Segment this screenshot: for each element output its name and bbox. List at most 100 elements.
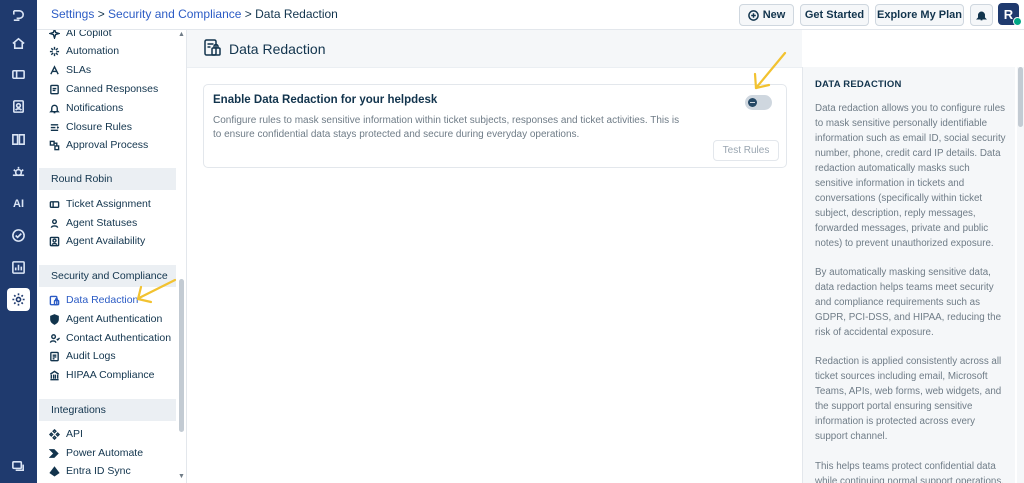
page-title: Data Redaction — [229, 41, 326, 57]
reports-icon[interactable] — [7, 160, 30, 183]
ai-icon-label: AI — [13, 197, 24, 210]
test-rules-button[interactable]: Test Rules — [713, 140, 779, 161]
explore-plan-button[interactable]: Explore My Plan — [875, 4, 964, 26]
sidebar-item-label: Entra ID Sync — [66, 465, 131, 477]
automation-icon — [49, 46, 60, 56]
audit-logs-icon — [50, 351, 59, 361]
sidebar-item-agent-statuses[interactable]: Agent Statuses — [49, 214, 137, 232]
sidebar-item-agent-authentication[interactable]: Agent Authentication — [49, 310, 162, 328]
new-button-label: New — [762, 9, 786, 21]
explore-plan-label: Explore My Plan — [877, 9, 962, 21]
sidebar-item-label: HIPAA Compliance — [66, 369, 155, 381]
agent-availability-icon — [49, 236, 60, 246]
info-paragraph: Redaction is applied consistently across… — [815, 356, 1002, 442]
api-icon — [49, 428, 60, 440]
sidebar-item-label: Canned Responses — [66, 83, 159, 95]
ai-icon[interactable]: AI — [7, 192, 30, 215]
tasks-icon[interactable] — [7, 224, 30, 247]
data-redaction-settings-card: Enable Data Redaction for your helpdesk … — [203, 84, 787, 168]
sidebar-item-agent-availability[interactable]: Agent Availability — [49, 232, 145, 250]
online-status-dot — [1013, 17, 1022, 26]
get-started-button[interactable]: Get Started — [800, 4, 869, 26]
breadcrumb-settings[interactable]: Settings — [51, 7, 94, 21]
sidebar-item-entra-id-sync[interactable]: Entra ID Sync — [49, 462, 131, 480]
sidebar-item-label: Closure Rules — [66, 121, 132, 133]
ticket-assignment-icon — [49, 200, 60, 208]
sidebar-item-label: Data Redaction — [66, 294, 139, 306]
sidebar-item-hipaa-compliance[interactable]: HIPAA Compliance — [49, 366, 155, 384]
sidebar-group-label: Integrations — [51, 404, 106, 416]
sidebar-group-integrations: Integrations — [39, 399, 176, 421]
sidebar-item-label: Notifications — [66, 102, 124, 114]
sidebar-item-label: Audit Logs — [66, 350, 116, 362]
sidebar-item-api[interactable]: API — [49, 425, 83, 443]
sla-icon — [50, 64, 59, 74]
sidebar-group-security-compliance: Security and Compliance — [39, 265, 176, 287]
ticket-icon[interactable] — [7, 63, 30, 86]
sidebar-item-contact-authentication[interactable]: Contact Authentication — [49, 329, 171, 347]
info-paragraph: Data redaction allows you to configure r… — [815, 103, 1006, 249]
sidebar-item-ai-copilot[interactable]: AI Copilot — [49, 30, 112, 42]
sidebar-item-label: Agent Statuses — [66, 217, 138, 229]
sidebar-item-label: Automation — [66, 45, 120, 57]
sidebar-group-label: Round Robin — [51, 173, 113, 185]
sidebar-group-label: Security and Compliance — [51, 270, 168, 282]
sidebar-item-label: API — [66, 428, 83, 440]
avatar-initial: R — [1003, 6, 1014, 22]
new-button[interactable]: New — [739, 4, 794, 26]
analytics-icon[interactable] — [7, 256, 30, 279]
breadcrumb-separator: > — [241, 7, 256, 21]
card-description: Configure rules to mask sensitive inform… — [213, 115, 680, 140]
page-header: Data Redaction — [187, 30, 802, 68]
sidebar-item-audit-logs[interactable]: Audit Logs — [49, 347, 116, 365]
scroll-down-arrow-icon[interactable]: ▼ — [178, 473, 185, 480]
help-info-panel: DATA REDACTION Data redaction allows you… — [802, 67, 1015, 483]
shield-icon — [50, 313, 59, 325]
get-started-label: Get Started — [804, 9, 865, 21]
info-paragraph: By automatically masking sensitive data,… — [815, 267, 1002, 338]
settings-gear-icon[interactable] — [7, 288, 30, 311]
logo-icon[interactable] — [7, 4, 30, 27]
breadcrumb-security[interactable]: Security and Compliance — [108, 7, 241, 21]
toggle-knob — [748, 98, 757, 107]
enable-data-redaction-toggle[interactable] — [745, 95, 772, 110]
sidebar-scroll-thumb[interactable] — [179, 279, 184, 432]
data-redaction-icon — [49, 295, 60, 305]
notification-bell-icon — [49, 104, 60, 113]
breadcrumb-separator: > — [94, 7, 109, 21]
sidebar-item-automation[interactable]: Automation — [49, 42, 119, 60]
breadcrumb: Settings > Security and Compliance > Dat… — [51, 7, 338, 21]
card-title: Enable Data Redaction for your helpdesk — [213, 94, 438, 106]
entra-id-icon — [49, 465, 60, 476]
sidebar-item-label: Contact Authentication — [66, 332, 172, 344]
scroll-up-arrow-icon[interactable]: ▲ — [178, 31, 185, 38]
home-icon[interactable] — [7, 32, 30, 55]
closure-rules-icon — [50, 123, 60, 131]
contacts-icon[interactable] — [7, 95, 30, 118]
sidebar-item-data-redaction[interactable]: Data Redaction — [49, 291, 138, 309]
sidebar-item-approval-process[interactable]: Approval Process — [49, 136, 148, 154]
sidebar-group-round-robin: Round Robin — [39, 168, 176, 190]
sidebar-item-label: Approval Process — [66, 139, 149, 151]
sidebar-item-label: Power Automate — [66, 447, 144, 459]
agent-status-icon — [50, 218, 59, 228]
breadcrumb-current: Data Redaction — [255, 7, 338, 21]
sidebar-item-ticket-assignment[interactable]: Ticket Assignment — [49, 195, 151, 213]
info-panel-scroll-thumb[interactable] — [1018, 67, 1023, 127]
sidebar-item-power-automate[interactable]: Power Automate — [49, 444, 143, 462]
sidebar-item-canned-responses[interactable]: Canned Responses — [49, 80, 158, 98]
info-panel-scrollbar[interactable] — [1017, 67, 1024, 483]
settings-sidebar: AI Copilot Automation SLAs Canned Respon… — [37, 30, 187, 483]
info-heading: DATA REDACTION — [815, 79, 902, 90]
sidebar-item-notifications[interactable]: Notifications — [49, 99, 123, 117]
sidebar-item-slas[interactable]: SLAs — [49, 61, 91, 79]
notifications-button[interactable] — [970, 4, 993, 26]
sidebar-item-closure-rules[interactable]: Closure Rules — [49, 118, 132, 136]
knowledge-base-icon[interactable] — [7, 128, 30, 151]
app-nav-rail: AI — [0, 0, 37, 483]
plus-circle-icon — [747, 9, 759, 21]
sparkle-icon — [49, 30, 60, 39]
main-content: Data Redaction Enable Data Redaction for… — [187, 30, 802, 483]
chat-icon[interactable] — [7, 455, 30, 478]
hipaa-building-icon — [49, 370, 60, 380]
